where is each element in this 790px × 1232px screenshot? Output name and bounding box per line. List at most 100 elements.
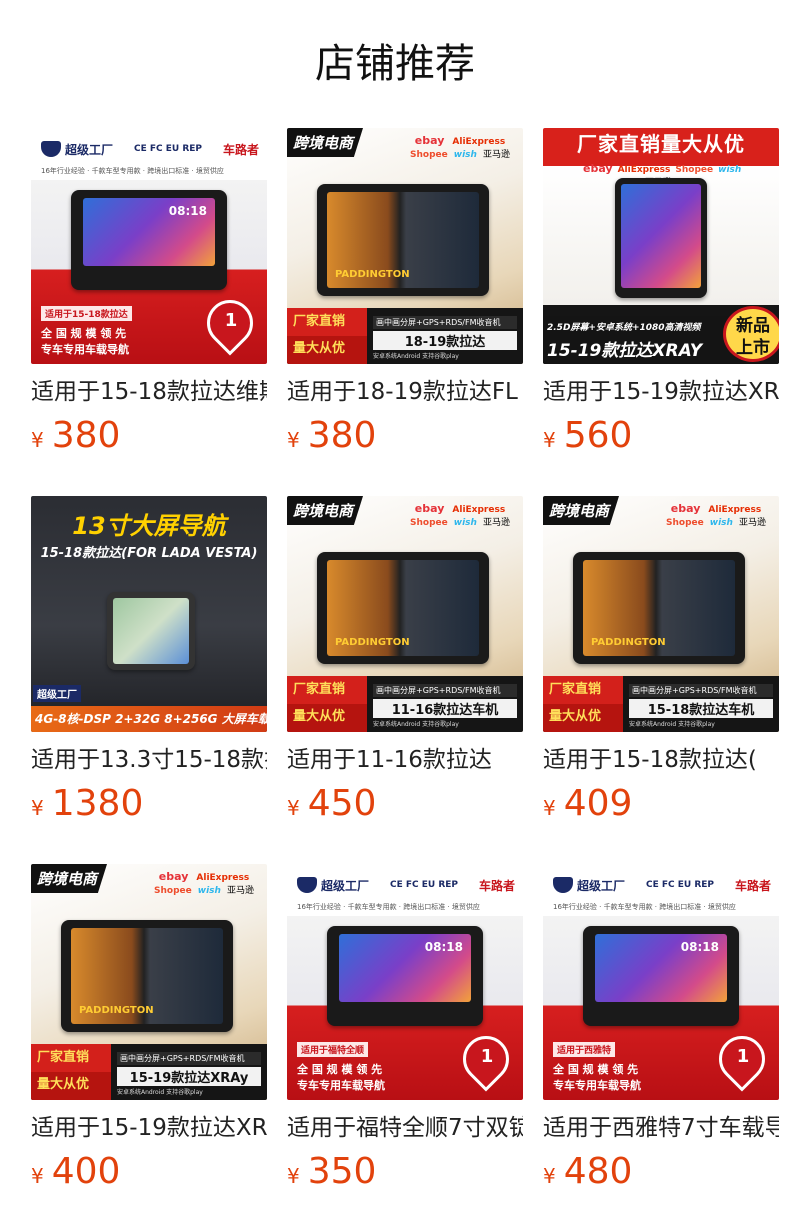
brand-bar: 超级工厂 CE FC EU REP 车路者: [553, 872, 771, 898]
brand-logo: 超级工厂: [41, 141, 113, 158]
spec-banner: 4G-8核-DSP 2+32G 8+256G 大屏车载导航: [31, 706, 267, 732]
stereo-screen: 08:18: [83, 198, 215, 266]
wish-logo: wish: [453, 150, 477, 160]
product-card[interactable]: 跨境电商 ebay AliExpress Shopee wish 亚马逊 PADDINGTO…: [287, 496, 523, 864]
product-name[interactable]: 适用于11-16款拉达: [287, 744, 523, 776]
promo-strip: 厂家直销 量大从优 画中画分屏+GPS+RDS/FM收音机 11-16款拉达车机 安卓系…: [287, 676, 523, 732]
car-stereo: PADDINGTON: [573, 552, 745, 664]
tagline-1: 全 国 规 模 领 先: [297, 1063, 383, 1076]
car-stereo: PADDINGTON: [61, 920, 233, 1032]
movie-title: PADDINGTON: [591, 637, 666, 648]
brand-bar: 超级工厂 CE FC EU REP 车路者: [41, 136, 259, 162]
factory-line-2: 量大从优: [293, 709, 346, 724]
wish-logo: wish: [197, 886, 221, 896]
model-text: 18-19款拉达: [373, 331, 517, 350]
ebay-logo: ebay: [414, 502, 445, 515]
movie-title: PADDINGTON: [335, 637, 410, 648]
product-name[interactable]: 适用于15-18款拉达维斯塔车载导航: [31, 376, 267, 408]
tagline-2: 专车专用车载导航: [297, 1079, 385, 1092]
promo-strip: 厂家直销 量大从优 画中画分屏+GPS+RDS/FM收音机 15-19款拉达XRAy 安…: [31, 1044, 267, 1100]
brand-name: 超级工厂: [65, 142, 114, 157]
factory-line-1: 厂家直销: [549, 682, 602, 697]
amazon-logo: 亚马逊: [738, 518, 766, 528]
platform-logos: ebay AliExpress Shopee wish 亚马逊: [405, 502, 515, 530]
product-card[interactable]: 超级工厂 CE FC EU REP 车路者 16年行业经验 · 千款车型专用款 · 跨…: [287, 864, 523, 1232]
product-card[interactable]: 跨境电商 ebay AliExpress Shopee wish 亚马逊 PADDINGTO…: [287, 128, 523, 496]
price-value: 409: [563, 783, 633, 824]
product-card[interactable]: 13寸大屏导航 15-18款拉达(FOR LADA VESTA) 超级工厂 4G-8核…: [31, 496, 267, 864]
factory-line-1: 厂家直销: [293, 314, 346, 329]
spec-text: 画中画分屏+GPS+RDS/FM收音机: [117, 1052, 261, 1065]
factory-line-2: 量大从优: [549, 709, 602, 724]
currency-symbol: ¥: [543, 428, 556, 452]
product-image[interactable]: 13寸大屏导航 15-18款拉达(FOR LADA VESTA) 超级工厂 4G-8核…: [31, 496, 267, 732]
product-card[interactable]: 跨境电商 ebay AliExpress Shopee wish 亚马逊 PADDINGTO…: [543, 496, 779, 864]
product-image[interactable]: 跨境电商 ebay AliExpress Shopee wish 亚马逊 PADDINGTO…: [287, 128, 523, 364]
product-image[interactable]: 超级工厂 CE FC EU REP 车路者 16年行业经验 · 千款车型专用款 · 跨…: [287, 864, 523, 1100]
brand-name: 超级工厂: [33, 685, 81, 702]
promo-strip: 厂家直销量大从优 画中画分屏+GPS+RDS/FM收音机 15-18款拉达车机 安卓系…: [543, 676, 779, 732]
ebay-logo: ebay: [158, 870, 189, 883]
product-image[interactable]: 超级工厂 CE FC EU REP 车路者 16年行业经验 · 千款车型专用款 · 跨…: [543, 864, 779, 1100]
spec-block: 画中画分屏+GPS+RDS/FM收音机 11-16款拉达车机 安卓系统Android…: [373, 684, 517, 728]
price-value: 560: [563, 415, 633, 456]
currency-symbol: ¥: [543, 796, 556, 820]
brand-right: 车路者: [478, 878, 515, 893]
stereo-screen: [113, 598, 189, 664]
ebay-logo: ebay: [670, 502, 701, 515]
product-card[interactable]: 超级工厂 CE FC EU REP 车路者 16年行业经验 · 千款车型专用款 · 跨…: [31, 128, 267, 496]
shopee-logo: Shopee: [154, 886, 192, 896]
product-price: ¥450: [287, 782, 523, 832]
currency-symbol: ¥: [543, 1164, 556, 1188]
brand-name: 超级工厂: [321, 878, 370, 893]
brand-right: 车路者: [734, 878, 771, 893]
spec-text: 画中画分屏+GPS+RDS/FM收音机: [373, 316, 517, 329]
feature-list: 16年行业经验 · 千款车型专用款 · 跨境出口标准 · 境贸供应: [553, 903, 736, 911]
promo-strip: 厂家直销 量大从优 画中画分屏+GPS+RDS/FM收音机 18-19款拉达 安卓系统A…: [287, 308, 523, 364]
price-value: 380: [307, 415, 377, 456]
model-text: 11-16款拉达车机: [373, 699, 517, 718]
factory-line-1: 厂家直销: [37, 1050, 90, 1065]
product-name[interactable]: 适用于15-19款拉达XRAY: [31, 1112, 267, 1144]
product-image[interactable]: 跨境电商 ebay AliExpress Shopee wish 亚马逊 PADDINGTO…: [287, 496, 523, 732]
spec-block: 画中画分屏+GPS+RDS/FM收音机 15-18款拉达车机 安卓系统Android…: [629, 684, 773, 728]
headline: 13寸大屏导航: [72, 512, 226, 540]
car-stereo: PADDINGTON: [317, 184, 489, 296]
product-name[interactable]: 适用于15-19款拉达XRAY: [543, 376, 779, 408]
apply-tag: 适用于15-18款拉达: [41, 306, 132, 321]
stereo-screen: PADDINGTON: [71, 928, 223, 1024]
pin-number: 1: [224, 310, 238, 331]
product-name[interactable]: 适用于西雅特7寸车载导航: [543, 1112, 779, 1144]
product-name[interactable]: 适用于15-18款拉达(: [543, 744, 779, 776]
ebay-logo: ebay: [414, 134, 445, 147]
brand-name: 超级工厂: [577, 878, 626, 893]
product-image[interactable]: 超级工厂 CE FC EU REP 车路者 16年行业经验 · 千款车型专用款 · 跨…: [31, 128, 267, 364]
product-price: ¥400: [31, 1150, 267, 1200]
spec-block: 画中画分屏+GPS+RDS/FM收音机 18-19款拉达 安卓系统Android 支…: [373, 316, 517, 360]
price-value: 380: [51, 415, 121, 456]
product-image[interactable]: 跨境电商 ebay AliExpress Shopee wish 亚马逊 PADDINGTO…: [31, 864, 267, 1100]
factory-direct-badge: 厂家直销 量大从优: [31, 1044, 111, 1100]
product-name[interactable]: 适用于18-19款拉达FL: [287, 376, 523, 408]
product-card[interactable]: 厂家直销量大从优ebayAliExpressShopeewish亚马逊2.5D屏…: [543, 128, 779, 496]
amazon-logo: 亚马逊: [482, 150, 510, 160]
feature-list: 16年行业经验 · 千款车型专用款 · 跨境出口标准 · 境贸供应: [297, 903, 480, 911]
currency-symbol: ¥: [287, 1164, 300, 1188]
movie-title: PADDINGTON: [79, 1005, 154, 1016]
apply-tag: 适用于西雅特: [553, 1042, 616, 1057]
product-card[interactable]: 跨境电商 ebay AliExpress Shopee wish 亚马逊 PADDINGTO…: [31, 864, 267, 1232]
stereo-screen: PADDINGTON: [583, 560, 735, 656]
product-card[interactable]: 超级工厂 CE FC EU REP 车路者 16年行业经验 · 千款车型专用款 · 跨…: [543, 864, 779, 1232]
product-image[interactable]: 厂家直销量大从优ebayAliExpressShopeewish亚马逊2.5D屏…: [543, 128, 779, 364]
brand-logo: 超级工厂: [297, 877, 369, 894]
cert-marks: CE FC EU REP: [645, 880, 715, 890]
platform-logos: ebay AliExpress Shopee wish 亚马逊: [661, 502, 771, 530]
product-name[interactable]: 适用于13.3寸15-18款拉达: [31, 744, 267, 776]
os-text: 安卓系统Android 支持谷歌play: [629, 721, 715, 728]
cross-border-title: 跨境电商: [287, 128, 364, 157]
product-image[interactable]: 跨境电商 ebay AliExpress Shopee wish 亚马逊 PADDINGTO…: [543, 496, 779, 732]
factory-line-2: 量大从优: [293, 341, 346, 356]
product-name[interactable]: 适用于福特全顺7寸双锭车载导航: [287, 1112, 523, 1144]
product-grid: 超级工厂 CE FC EU REP 车路者 16年行业经验 · 千款车型专用款 · 跨…: [31, 128, 779, 1232]
aliexpress-logo: AliExpress: [452, 505, 506, 515]
